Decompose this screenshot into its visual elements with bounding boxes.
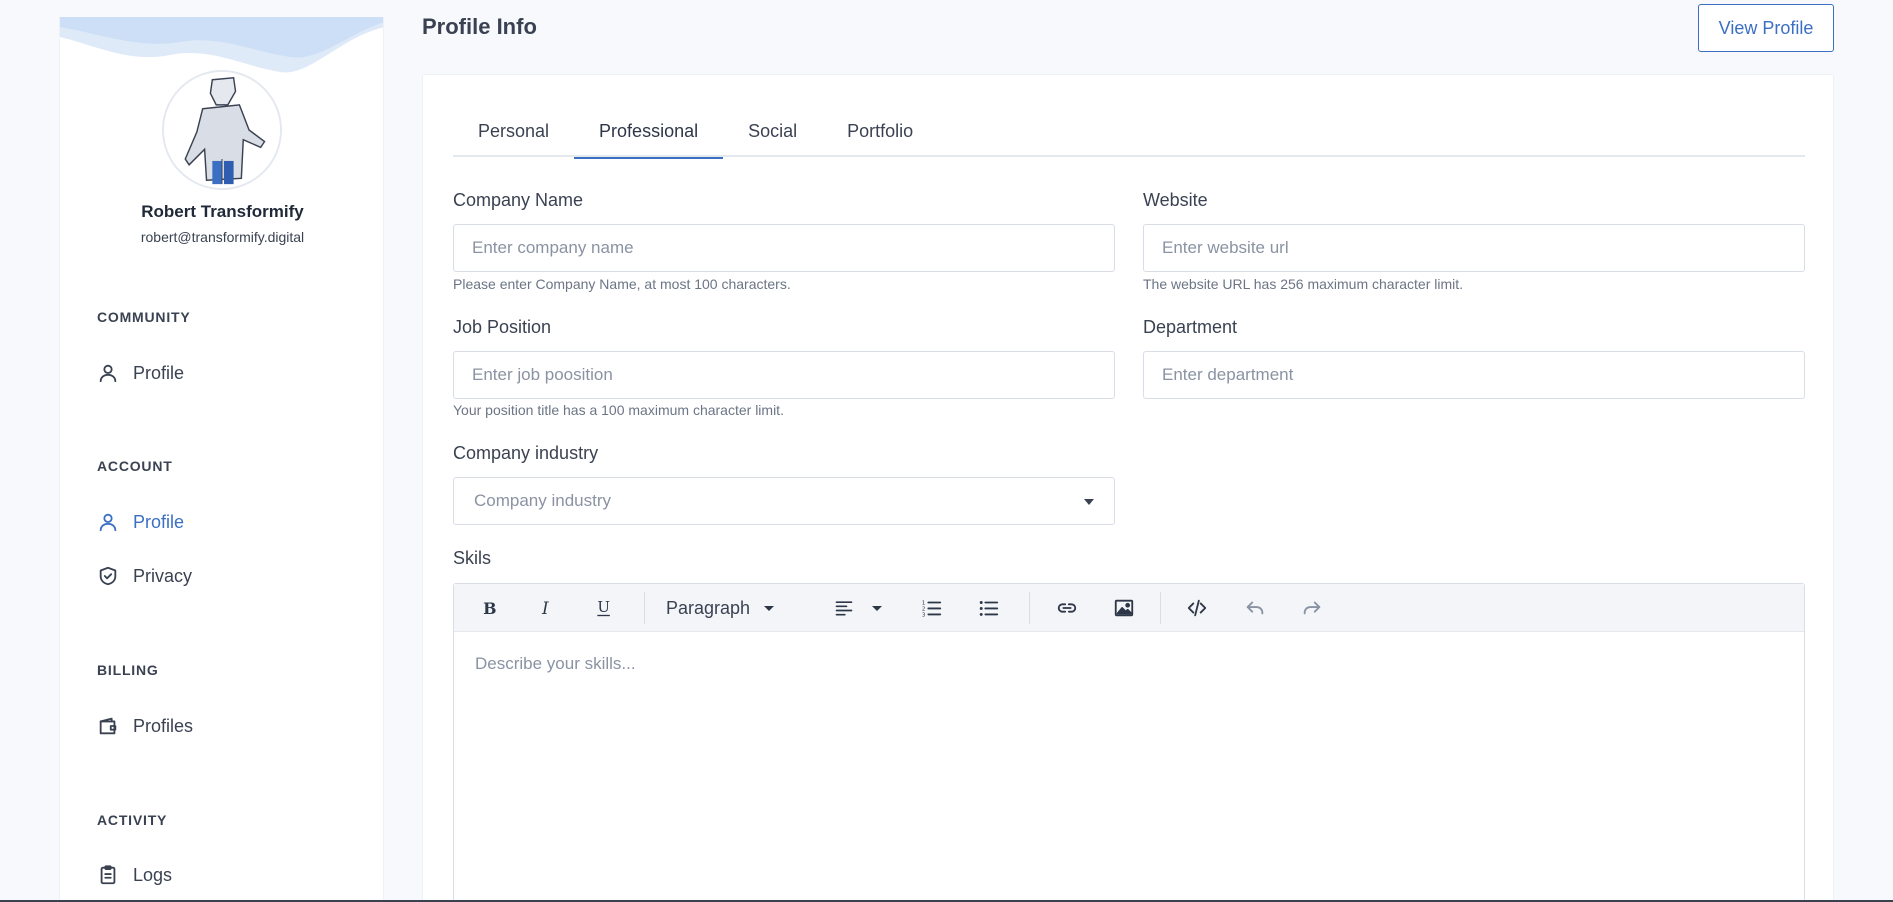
toolbar-divider — [1029, 592, 1030, 624]
bold-icon: B — [483, 599, 496, 618]
profile-form-card: Personal Professional Social Portfolio C… — [422, 74, 1834, 902]
toolbar-divider — [644, 592, 645, 624]
image-button[interactable] — [1109, 593, 1139, 623]
sidebar-item-label: Profiles — [133, 715, 194, 736]
tab-portfolio[interactable]: Portfolio — [822, 105, 938, 157]
sidebar-item-label: Logs — [133, 864, 173, 885]
sidebar-item-label: Profile — [133, 511, 185, 532]
shield-icon — [97, 565, 119, 587]
department-input[interactable] — [1143, 351, 1805, 399]
sidebar-item-label: Profile — [133, 362, 185, 383]
website-input[interactable] — [1143, 224, 1805, 272]
tab-social[interactable]: Social — [723, 105, 822, 157]
bullet-list-button[interactable] — [974, 593, 1004, 623]
section-title-account: ACCOUNT — [97, 458, 173, 474]
align-left-icon — [835, 601, 853, 616]
caret-down-icon — [872, 605, 882, 611]
svg-text:B: B — [483, 599, 496, 618]
company-industry-select[interactable]: Company industry — [453, 477, 1115, 525]
bullet-list-icon — [979, 601, 999, 616]
paragraph-format-select[interactable]: Paragraph — [666, 593, 775, 623]
underline-icon: U — [597, 598, 610, 616]
page-title: Profile Info — [422, 14, 537, 39]
section-title-activity: ACTIVITY — [97, 812, 168, 828]
sidebar-item-logs[interactable]: Logs — [97, 860, 172, 890]
undo-icon — [1246, 601, 1264, 615]
link-button[interactable] — [1052, 593, 1082, 623]
job-position-help: Your position title has a 100 maximum ch… — [453, 402, 784, 418]
user-icon — [97, 511, 119, 533]
user-email: robert@transformify.digital — [140, 229, 305, 245]
company-name-label: Company Name — [453, 190, 584, 210]
website-help: The website URL has 256 maximum characte… — [1143, 276, 1464, 292]
sidebar-item-community-profile[interactable]: Profile — [97, 358, 184, 388]
view-profile-button[interactable]: View Profile — [1698, 4, 1834, 52]
numbered-list-icon: 123 — [922, 600, 942, 618]
sidebar: Robert Transformify robert@transformify.… — [59, 17, 384, 902]
company-name-input[interactable] — [453, 224, 1115, 272]
image-icon — [1114, 599, 1134, 617]
svg-text:3: 3 — [922, 612, 926, 618]
company-industry-label: Company industry — [453, 443, 599, 463]
undo-button[interactable] — [1240, 593, 1270, 623]
svg-text:U: U — [597, 598, 610, 616]
user-name: Robert Transformify — [141, 202, 304, 221]
profile-tabs: Personal Professional Social Portfolio — [453, 105, 1805, 159]
source-code-button[interactable] — [1182, 593, 1212, 623]
department-label: Department — [1143, 317, 1238, 337]
job-position-label: Job Position — [453, 317, 552, 337]
avatar — [162, 70, 282, 190]
align-button[interactable] — [829, 593, 859, 623]
section-title-community: COMMUNITY — [97, 309, 191, 325]
skills-editor[interactable]: B I U Paragraph 123 Describe your skills… — [453, 583, 1805, 902]
align-dropdown-button[interactable] — [867, 593, 887, 623]
caret-down-icon — [764, 605, 775, 611]
editor-toolbar: B I U Paragraph 123 — [454, 584, 1804, 632]
sidebar-item-privacy[interactable]: Privacy — [97, 561, 192, 591]
link-icon — [1057, 603, 1077, 613]
clipboard-icon — [97, 864, 119, 886]
paragraph-format-label: Paragraph — [666, 597, 751, 618]
italic-icon: I — [541, 599, 549, 618]
skills-label: Skils — [453, 548, 492, 568]
website-label: Website — [1143, 190, 1208, 210]
svg-text:I: I — [541, 599, 549, 618]
redo-button[interactable] — [1297, 593, 1327, 623]
underline-button[interactable]: U — [589, 593, 619, 623]
italic-button[interactable]: I — [532, 593, 562, 623]
ordered-list-button[interactable]: 123 — [917, 593, 947, 623]
tab-personal[interactable]: Personal — [453, 105, 574, 157]
skills-editor-placeholder: Describe your skills... — [475, 654, 636, 673]
company-name-help: Please enter Company Name, at most 100 c… — [453, 276, 791, 292]
toolbar-divider — [1160, 592, 1161, 624]
tab-professional[interactable]: Professional — [574, 105, 724, 159]
sidebar-item-account-profile[interactable]: Profile — [97, 507, 184, 537]
caret-down-icon — [1084, 499, 1094, 505]
redo-icon — [1303, 601, 1321, 615]
wallet-icon — [97, 715, 119, 737]
code-icon — [1187, 599, 1207, 617]
sidebar-item-label: Privacy — [133, 565, 193, 586]
section-title-billing: BILLING — [97, 662, 159, 678]
bold-button[interactable]: B — [474, 593, 504, 623]
user-icon — [97, 362, 119, 384]
sidebar-item-billing-profiles[interactable]: Profiles — [97, 711, 193, 741]
job-position-input[interactable] — [453, 351, 1115, 399]
company-industry-value: Company industry — [474, 491, 612, 510]
